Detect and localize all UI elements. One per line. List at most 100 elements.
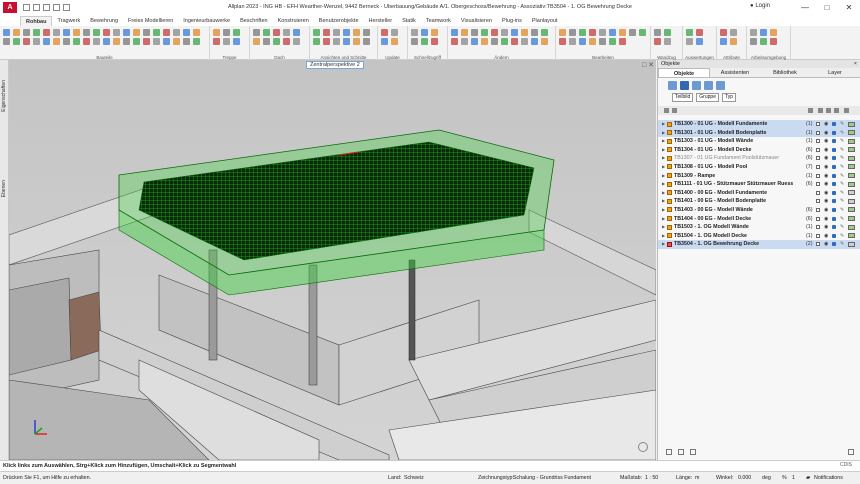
ribbon-tool-icon[interactable] [579, 29, 586, 36]
status-lock-icon[interactable] [832, 216, 836, 221]
expand-arrow-icon[interactable]: ▶ [662, 137, 665, 146]
tree-row[interactable]: ▶ TB1307 - 01 UG Fundament Poolstützmauer… [658, 154, 860, 163]
ribbon-tool-icon[interactable] [223, 38, 230, 45]
ribbon-tool-icon[interactable] [253, 29, 260, 36]
ribbon-tool-icon[interactable] [3, 29, 10, 36]
ribbon-tool-icon[interactable] [391, 38, 398, 45]
visibility-eye-icon[interactable]: ◉ [824, 215, 828, 224]
ribbon-tool-icon[interactable] [133, 38, 140, 45]
row-checkbox[interactable] [816, 139, 820, 144]
ribbon-tool-icon[interactable] [481, 29, 488, 36]
row-checkbox[interactable] [816, 173, 820, 178]
status-lock-icon[interactable] [832, 122, 836, 126]
ribbon-tool-icon[interactable] [363, 38, 370, 45]
expand-arrow-icon[interactable]: ▶ [662, 120, 665, 129]
edit-pencil-icon[interactable]: ✎ [840, 163, 844, 172]
ribbon-tool-icon[interactable] [421, 38, 428, 45]
ribbon-tool-icon[interactable] [323, 38, 330, 45]
row-checkbox[interactable] [816, 156, 820, 161]
status-deg-value[interactable]: deg [762, 472, 771, 484]
ribbon-tab-ingenieurbauwerke[interactable]: Ingenieurbauwerke [178, 16, 235, 26]
ribbon-tool-icon[interactable] [521, 29, 528, 36]
expand-arrow-icon[interactable]: ▶ [662, 154, 665, 163]
panel-tab-objekte[interactable]: Objekte [658, 68, 710, 77]
row-checkbox[interactable] [816, 122, 820, 126]
ribbon-tool-icon[interactable] [123, 38, 130, 45]
edit-pencil-icon[interactable]: ✎ [840, 240, 844, 249]
ribbon-tab-planlayout[interactable]: Planlayout [527, 16, 563, 26]
ribbon-tab-rohbau[interactable]: Rohbau [20, 16, 53, 26]
ribbon-tool-icon[interactable] [411, 29, 418, 36]
ribbon-tab-hersteller[interactable]: Hersteller [364, 16, 398, 26]
status-color-swatch[interactable] [848, 173, 855, 179]
edit-icon[interactable] [844, 108, 849, 113]
ribbon-tool-icon[interactable] [750, 38, 757, 45]
tree-row[interactable]: ▶ TB1300 - 01 UG - Modell Fundamente (1) ◉ ✎ [658, 120, 860, 129]
ribbon-tool-icon[interactable] [343, 29, 350, 36]
ribbon-tool-icon[interactable] [283, 38, 290, 45]
ribbon-tool-icon[interactable] [481, 38, 488, 45]
row-checkbox[interactable] [816, 199, 820, 204]
ribbon-tool-icon[interactable] [193, 29, 200, 36]
ribbon-tool-icon[interactable] [193, 38, 200, 45]
ribbon-tool-icon[interactable] [750, 29, 757, 36]
expand-arrow-icon[interactable]: ▶ [662, 232, 665, 241]
row-checkbox[interactable] [816, 147, 820, 152]
tree-row[interactable]: ▶ TB1403 - 00 EG - Modell Wände (6) ◉ ✎ [658, 206, 860, 215]
row-checkbox[interactable] [816, 130, 820, 135]
ribbon-tool-icon[interactable] [123, 29, 130, 36]
edit-pencil-icon[interactable]: ✎ [840, 206, 844, 215]
ribbon-tool-icon[interactable] [113, 38, 120, 45]
ribbon-tab-freies-modellieren[interactable]: Freies Modellieren [123, 16, 178, 26]
status-angle-value[interactable]: 0.000 [738, 472, 751, 484]
status-lock-icon[interactable] [832, 147, 836, 152]
expand-arrow-icon[interactable]: ▶ [662, 197, 665, 206]
edit-pencil-icon[interactable]: ✎ [840, 215, 844, 224]
status-lock-icon[interactable] [832, 207, 836, 212]
ribbon-tool-icon[interactable] [253, 38, 260, 45]
ribbon-tool-icon[interactable] [461, 38, 468, 45]
status-length-value[interactable]: m [695, 472, 699, 484]
ribbon-tool-icon[interactable] [629, 29, 636, 36]
status-color-swatch[interactable] [848, 121, 855, 127]
status-lock-icon[interactable] [832, 173, 836, 178]
tree-row[interactable]: ▶ TB3504 - 1. OG Bewehrung Decke (2) ◉ ✎ [658, 240, 860, 249]
ribbon-tool-icon[interactable] [83, 38, 90, 45]
tree-row[interactable]: ▶ TB1404 - 00 EG - Modell Decke (6) ◉ ✎ [658, 215, 860, 224]
ribbon-tool-icon[interactable] [63, 29, 70, 36]
ribbon-tool-icon[interactable] [43, 29, 50, 36]
status-lock-icon[interactable] [832, 199, 836, 204]
ribbon-tool-icon[interactable] [63, 38, 70, 45]
visibility-eye-icon[interactable]: ◉ [824, 120, 828, 129]
ribbon-tool-icon[interactable] [163, 38, 170, 45]
edit-pencil-icon[interactable]: ✎ [840, 189, 844, 198]
ribbon-tool-icon[interactable] [431, 29, 438, 36]
expand-arrow-icon[interactable]: ▶ [662, 180, 665, 189]
ribbon-tool-icon[interactable] [353, 29, 360, 36]
ribbon-tab-visualisieren[interactable]: Visualisieren [456, 16, 497, 26]
ribbon-tool-icon[interactable] [183, 38, 190, 45]
ribbon-tab-beschriften[interactable]: Beschriften [235, 16, 273, 26]
tag-icon[interactable] [716, 80, 725, 90]
settings-gear-icon[interactable] [848, 449, 854, 455]
filter-gruppe[interactable]: Gruppe [696, 92, 719, 102]
edit-pencil-icon[interactable]: ✎ [840, 180, 844, 189]
status-lock-icon[interactable] [832, 182, 836, 187]
tree-row[interactable]: ▶ TB1400 - 00 EG - Modell Fundamente ◉ ✎ [658, 189, 860, 198]
3d-viewport[interactable]: Zentralperspektive 2 □ ✕ [9, 60, 656, 460]
ribbon-tool-icon[interactable] [353, 38, 360, 45]
panel-close-icon[interactable]: × [854, 60, 857, 68]
ribbon-tool-icon[interactable] [93, 38, 100, 45]
visibility-eye-icon[interactable]: ◉ [824, 232, 828, 241]
status-scale-value[interactable]: 1 : 50 [645, 472, 658, 484]
visibility-eye-icon[interactable]: ◉ [824, 189, 828, 198]
ribbon-tool-icon[interactable] [569, 38, 576, 45]
panel-tab-bibliothek[interactable]: Bibliothek [760, 68, 810, 77]
ribbon-tool-icon[interactable] [491, 29, 498, 36]
pin-icon[interactable] [808, 108, 813, 113]
status-color-swatch[interactable] [848, 164, 855, 170]
viewport-title[interactable]: Zentralperspektive 2 [306, 61, 364, 69]
filter-typ[interactable]: Typ [721, 92, 737, 102]
ribbon-tool-icon[interactable] [73, 38, 80, 45]
expand-arrow-icon[interactable]: ▶ [662, 215, 665, 224]
